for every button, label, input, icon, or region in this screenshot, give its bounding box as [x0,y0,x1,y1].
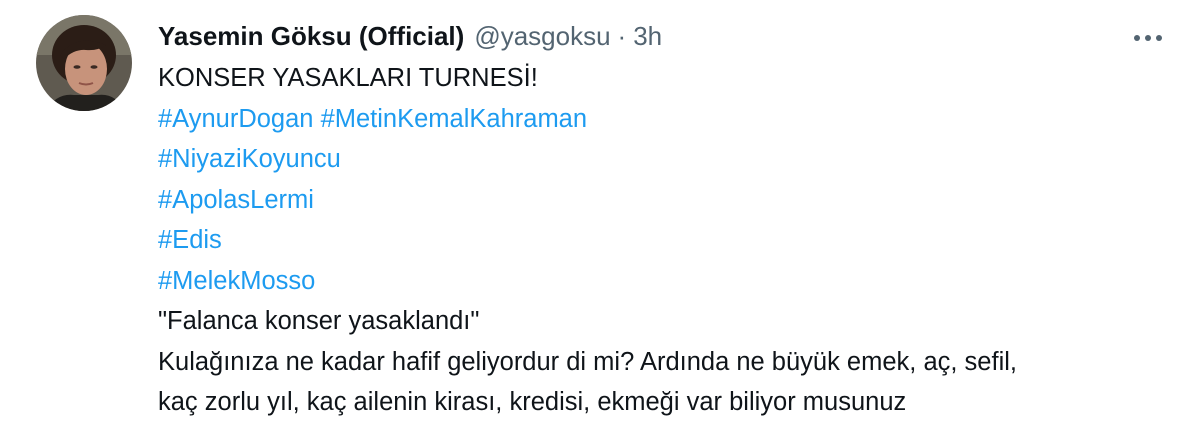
profile-photo-icon [36,15,132,111]
hashtag-link[interactable]: #AynurDogan [158,105,313,133]
more-options-icon [1134,35,1162,41]
tweet-line: KONSER YASAKLARI TURNESİ! [158,64,538,92]
hashtag-link[interactable]: #NiyaziKoyuncu [158,145,341,173]
tweet-line: #NiyaziKoyuncu [158,139,1178,180]
hashtag-link[interactable]: #Edis [158,226,222,254]
hashtag-link[interactable]: #ApolasLermi [158,186,314,214]
separator-dot: · [617,21,627,51]
tweet-line: #AynurDogan #MetinKemalKahraman [158,99,1178,140]
hashtag-link[interactable]: #MelekMosso [158,267,315,295]
author-handle[interactable]: @yasgoksu [474,18,610,54]
tweet-line: #MelekMosso [158,261,1178,302]
tweet-line: "Falanca konser yasaklandı" [158,307,480,335]
tweet-line: #Edis [158,220,1178,261]
tweet-text: KONSER YASAKLARI TURNESİ! #AynurDogan #Me… [158,58,1178,423]
tweet-header: Yasemin Göksu (Official) @yasgoksu · 3h [158,18,662,54]
author-display-name[interactable]: Yasemin Göksu (Official) [158,18,464,54]
tweet-timestamp[interactable]: 3h [633,18,662,54]
tweet-line: #ApolasLermi [158,180,1178,221]
hashtag-link[interactable]: #MetinKemalKahraman [321,105,587,133]
tweet: Yasemin Göksu (Official) @yasgoksu · 3h … [0,0,1198,428]
tweet-line: Kulağınıza ne kadar hafif geliyordur di … [158,347,1017,376]
tweet-line: kaç zorlu yıl, kaç ailenin kirası, kredi… [158,388,907,416]
avatar[interactable] [36,15,132,111]
more-options-button[interactable] [1126,22,1170,54]
